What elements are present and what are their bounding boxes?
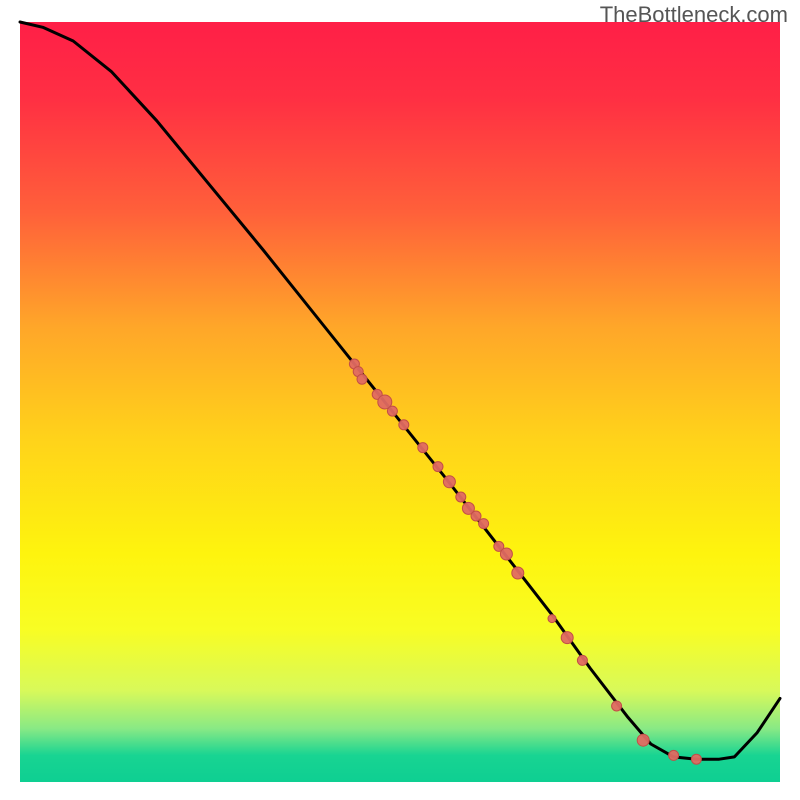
data-point: [418, 443, 428, 453]
data-point: [443, 476, 455, 488]
data-point: [456, 492, 466, 502]
data-point: [691, 754, 701, 764]
data-point: [357, 374, 367, 384]
data-point: [399, 420, 409, 430]
data-point: [471, 511, 481, 521]
data-point: [669, 750, 679, 760]
plot-background: [20, 22, 780, 782]
data-point: [512, 567, 524, 579]
data-point: [433, 462, 443, 472]
data-point: [637, 734, 649, 746]
data-point: [387, 406, 397, 416]
attribution-label: TheBottleneck.com: [600, 2, 788, 28]
data-point: [548, 615, 556, 623]
data-point: [479, 519, 489, 529]
data-point: [561, 632, 573, 644]
data-point: [612, 701, 622, 711]
chart-container: TheBottleneck.com: [0, 0, 800, 800]
bottleneck-curve-chart: [0, 0, 800, 800]
data-point: [500, 548, 512, 560]
data-point: [577, 655, 587, 665]
